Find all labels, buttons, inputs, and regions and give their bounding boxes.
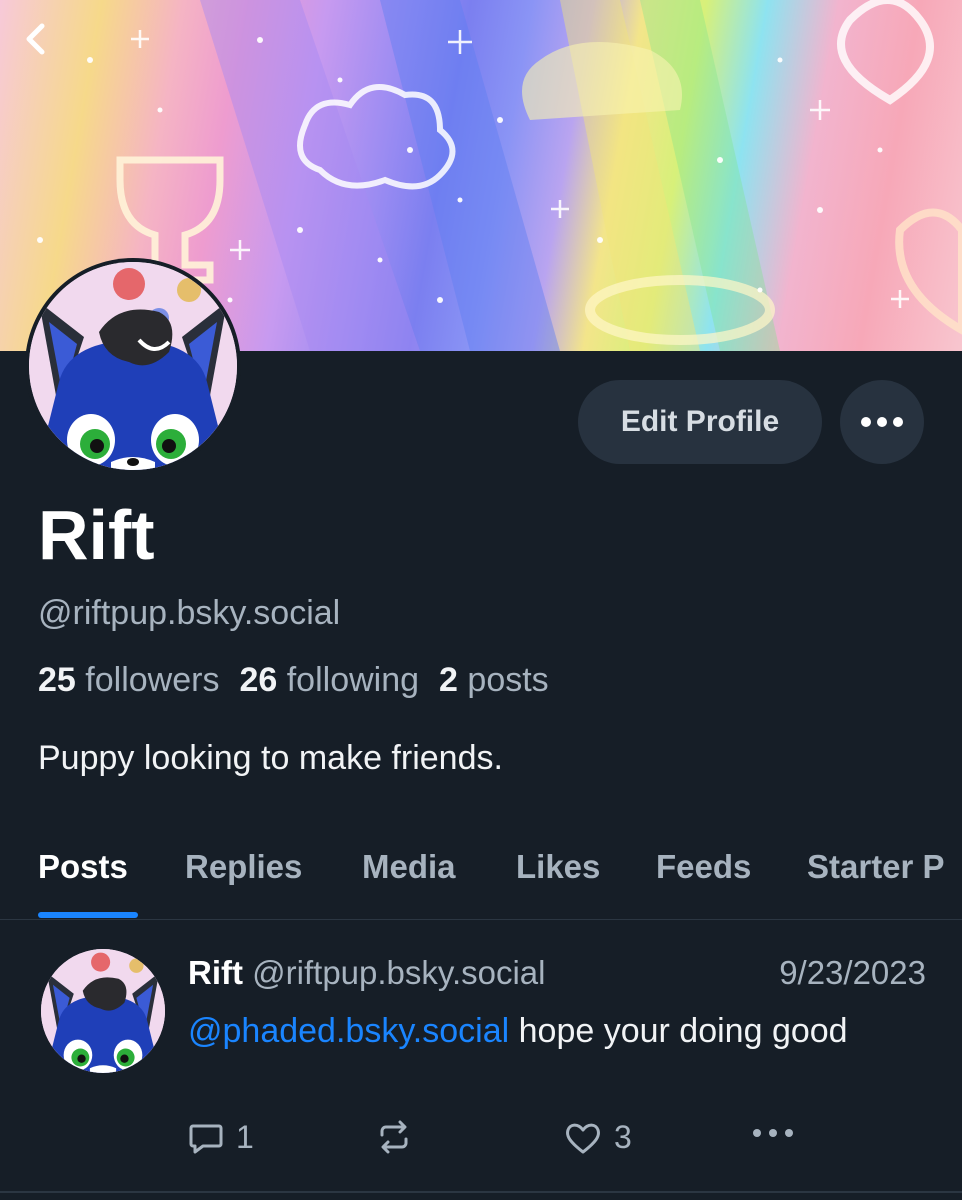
- like-count: 3: [614, 1119, 632, 1155]
- post-actions: 1 3: [188, 1119, 808, 1159]
- post-more-button[interactable]: [751, 1127, 795, 1139]
- posts-count: 2: [439, 661, 458, 699]
- following-stat[interactable]: 26 following: [239, 661, 419, 700]
- tab-likes[interactable]: Likes: [516, 848, 600, 886]
- heart-icon: [566, 1123, 600, 1153]
- followers-stat[interactable]: 25 followers: [38, 661, 219, 700]
- post-author-avatar[interactable]: [41, 949, 165, 1073]
- post-author-name[interactable]: Rift: [188, 954, 243, 991]
- followers-label: followers: [85, 661, 220, 699]
- feed-post[interactable]: Rift @riftpup.bsky.social 9/23/2023 @pha…: [0, 921, 962, 1193]
- tab-replies[interactable]: Replies: [185, 848, 302, 886]
- profile-handle: @riftpup.bsky.social: [38, 594, 341, 632]
- post-author-handle[interactable]: @riftpup.bsky.social: [252, 954, 545, 991]
- tab-feeds[interactable]: Feeds: [656, 848, 751, 886]
- chevron-left-icon: [26, 23, 45, 55]
- like-button[interactable]: 3: [564, 1119, 632, 1156]
- post-header: Rift @riftpup.bsky.social: [188, 954, 545, 992]
- post-timestamp[interactable]: 9/23/2023: [779, 954, 926, 992]
- edit-profile-button[interactable]: Edit Profile: [578, 380, 822, 464]
- active-tab-indicator: [38, 912, 138, 918]
- following-label: following: [286, 661, 420, 699]
- post-body: @phaded.bsky.social hope your doing good: [188, 1007, 888, 1055]
- reply-count: 1: [236, 1119, 254, 1155]
- followers-count: 25: [38, 661, 76, 699]
- comment-icon: [189, 1124, 223, 1153]
- following-count: 26: [239, 661, 278, 699]
- back-button[interactable]: [22, 22, 66, 66]
- post-text: hope your doing good: [509, 1012, 848, 1050]
- repost-icon: [380, 1120, 408, 1154]
- post-mention-link[interactable]: @phaded.bsky.social: [188, 1012, 509, 1050]
- ellipsis-icon: [753, 1129, 793, 1137]
- posts-stat: 2 posts: [439, 661, 549, 700]
- ellipsis-icon: [861, 417, 903, 427]
- tab-media[interactable]: Media: [362, 848, 456, 886]
- posts-label: posts: [467, 661, 549, 699]
- profile-tabs: Posts Replies Media Likes Feeds Starter …: [0, 840, 962, 920]
- reply-button[interactable]: 1: [188, 1119, 254, 1156]
- fox-avatar-image: [41, 949, 165, 1073]
- profile-stats: 25 followers 26 following 2 posts: [38, 661, 549, 700]
- tab-starter-packs[interactable]: Starter P: [807, 848, 945, 886]
- repost-button[interactable]: [376, 1119, 424, 1155]
- fox-avatar-image: [29, 262, 237, 470]
- profile-display-name: Rift: [38, 496, 155, 574]
- profile-avatar[interactable]: [25, 258, 241, 474]
- profile-bio: Puppy looking to make friends.: [38, 739, 503, 777]
- tab-posts[interactable]: Posts: [38, 848, 128, 886]
- profile-more-button[interactable]: [840, 380, 924, 464]
